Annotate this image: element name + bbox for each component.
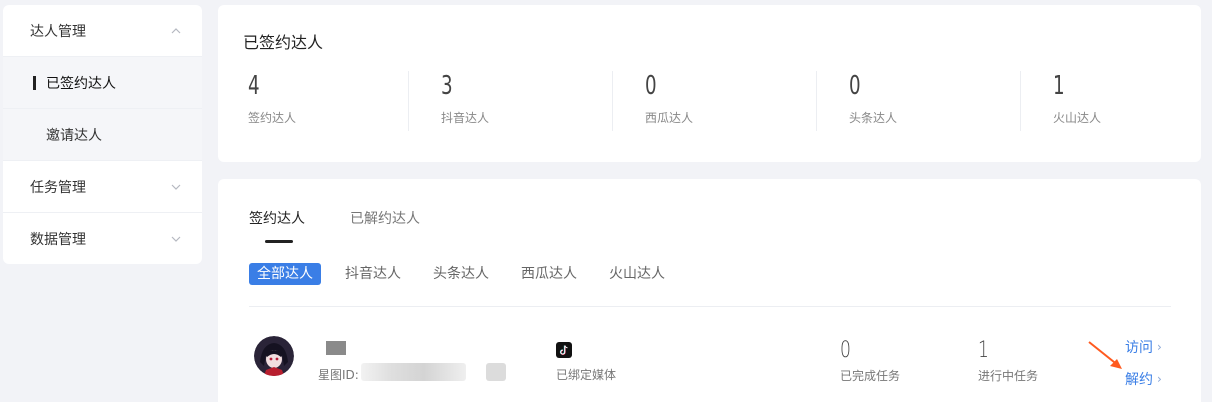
stat-value: 3 <box>441 71 453 101</box>
sidebar-group-label: 达人管理 <box>30 23 86 40</box>
annotation-arrow-icon <box>1088 341 1122 369</box>
stats-title: 已签约达人 <box>243 33 324 52</box>
talent-list-card: 签约达人 已解约达人 全部达人 抖音达人 头条达人 西瓜达人 火山达人 星图ID… <box>218 179 1201 402</box>
stat-xigua: 0 西瓜达人 <box>645 71 693 131</box>
sidebar-item-signed-talent[interactable]: 已签约达人 <box>3 57 202 109</box>
stat-toutiao: 0 头条达人 <box>849 71 897 131</box>
bound-media-label: 已绑定媒体 <box>556 368 617 382</box>
tab-terminated-talent[interactable]: 已解约达人 <box>350 208 420 228</box>
divider <box>816 71 817 131</box>
stat-value: 0 <box>849 71 861 101</box>
chevron-up-icon <box>171 28 181 34</box>
visit-label: 访问 <box>1125 340 1153 356</box>
sidebar-item-invite-talent[interactable]: 邀请达人 <box>3 109 202 161</box>
stat-douyin: 3 抖音达人 <box>441 71 489 131</box>
sidebar-group-label: 数据管理 <box>30 232 86 248</box>
redacted-value <box>486 363 506 381</box>
sidebar-item-label: 邀请达人 <box>46 127 102 144</box>
filter-huoshan-talent[interactable]: 火山达人 <box>609 263 665 285</box>
stats-card: 已签约达人 4 签约达人 3 抖音达人 0 西瓜达人 0 头条达人 1 火山达人 <box>218 5 1201 162</box>
stat-label: 西瓜达人 <box>645 111 694 125</box>
sidebar: 达人管理 已签约达人 邀请达人 任务管理 数据管理 <box>3 5 202 264</box>
avatar-image <box>254 336 294 376</box>
stat-label: 抖音达人 <box>441 111 490 125</box>
xingtu-id-redacted <box>361 363 466 381</box>
filter-toutiao-talent[interactable]: 头条达人 <box>433 263 489 285</box>
talent-name-redacted <box>326 341 346 355</box>
filter-all-talent[interactable]: 全部达人 <box>249 263 321 285</box>
sidebar-group-data-management[interactable]: 数据管理 <box>3 213 202 264</box>
stat-label: 签约达人 <box>248 111 297 125</box>
stat-value: 4 <box>248 71 260 101</box>
completed-tasks-label: 已完成任务 <box>840 369 901 383</box>
in-progress-tasks-label: 进行中任务 <box>978 369 1039 383</box>
chevron-right-icon: › <box>1157 372 1162 386</box>
in-progress-tasks-value: 1 <box>978 338 989 363</box>
stat-value: 1 <box>1053 71 1065 101</box>
completed-tasks-value: 0 <box>840 338 851 363</box>
in-progress-tasks: 1 进行中任务 <box>978 339 1038 384</box>
sidebar-group-task-management[interactable]: 任务管理 <box>3 161 202 213</box>
avatar[interactable] <box>254 336 294 376</box>
tab-active-underline <box>265 240 293 243</box>
active-indicator <box>33 76 36 90</box>
tab-signed-talent[interactable]: 签约达人 <box>249 208 305 228</box>
terminate-link[interactable]: 解约 › <box>1125 369 1162 389</box>
divider <box>612 71 613 131</box>
xingtu-id-label: 星图ID: <box>318 368 359 382</box>
filter-douyin-talent[interactable]: 抖音达人 <box>345 263 401 285</box>
chevron-right-icon: › <box>1157 340 1162 354</box>
stat-label: 火山达人 <box>1053 111 1102 125</box>
visit-link[interactable]: 访问 › <box>1125 337 1162 357</box>
stat-signed: 4 签约达人 <box>248 71 296 131</box>
divider <box>1020 71 1021 131</box>
divider <box>249 306 1171 307</box>
chevron-down-icon <box>171 184 181 190</box>
stat-label: 头条达人 <box>849 111 898 125</box>
douyin-icon <box>556 342 572 358</box>
divider <box>408 71 409 131</box>
filter-xigua-talent[interactable]: 西瓜达人 <box>521 263 577 285</box>
sidebar-item-label: 已签约达人 <box>46 75 116 92</box>
sidebar-group-talent-management[interactable]: 达人管理 <box>3 5 202 57</box>
stat-huoshan: 1 火山达人 <box>1053 71 1101 131</box>
stat-value: 0 <box>645 71 657 101</box>
chevron-down-icon <box>171 236 181 242</box>
terminate-label: 解约 <box>1125 372 1153 388</box>
completed-tasks: 0 已完成任务 <box>840 339 900 384</box>
sidebar-group-label: 任务管理 <box>30 179 86 196</box>
